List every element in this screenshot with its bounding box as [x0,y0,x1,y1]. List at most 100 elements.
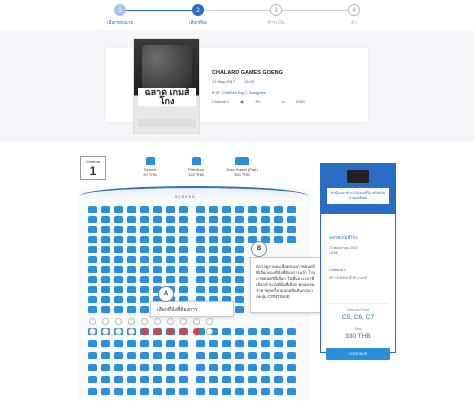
seat[interactable] [222,236,231,243]
seat[interactable] [235,276,244,283]
seat[interactable] [209,276,218,283]
seat[interactable] [179,286,188,293]
seat[interactable] [206,328,213,335]
seat[interactable] [101,352,110,359]
continue-button[interactable]: CONTINUE [326,348,390,360]
seat[interactable] [127,286,136,293]
seat[interactable] [222,276,231,283]
seat[interactable] [235,286,244,293]
seat[interactable] [287,340,296,347]
seat[interactable] [114,226,123,233]
seat[interactable] [88,256,97,263]
seat[interactable] [196,206,205,213]
seat[interactable] [114,340,123,347]
seat[interactable] [261,352,270,359]
seat[interactable] [127,246,136,253]
seat[interactable] [222,226,231,233]
seat[interactable] [222,256,231,263]
seat[interactable] [248,340,257,347]
seat[interactable] [101,388,110,395]
seat[interactable] [140,286,149,293]
seat[interactable] [101,296,110,303]
seat[interactable] [88,306,97,313]
seat[interactable] [141,318,148,325]
seat[interactable] [88,364,97,371]
seat[interactable] [248,376,257,383]
seat[interactable] [114,246,123,253]
seat[interactable] [196,256,205,263]
seat[interactable] [88,352,97,359]
seat[interactable] [235,388,244,395]
seat[interactable] [153,216,162,223]
seat[interactable] [209,376,218,383]
seat[interactable] [235,216,244,223]
seat[interactable] [127,340,136,347]
seat[interactable] [196,364,205,371]
seat[interactable] [261,226,270,233]
seat[interactable] [127,296,136,303]
seat[interactable] [153,388,162,395]
seat[interactable] [102,328,109,335]
seat[interactable] [101,266,110,273]
seat[interactable] [140,296,149,303]
seat[interactable] [179,236,188,243]
seat[interactable] [235,266,244,273]
seat[interactable] [222,388,231,395]
seat[interactable] [248,364,257,371]
seat[interactable] [88,226,97,233]
seat[interactable] [235,306,244,313]
seat[interactable] [140,206,149,213]
seat[interactable] [166,388,175,395]
seat[interactable] [166,206,175,213]
seat[interactable] [196,246,205,253]
seat[interactable] [196,286,205,293]
seat[interactable] [222,376,231,383]
seat[interactable] [287,226,296,233]
seat[interactable] [196,236,205,243]
seat[interactable] [209,364,218,371]
seat[interactable] [127,236,136,243]
seat[interactable] [115,328,122,335]
seat[interactable] [127,306,136,313]
seat[interactable] [248,216,257,223]
seat[interactable] [180,318,187,325]
seat[interactable] [140,236,149,243]
movie-location[interactable]: ⌖ SF CINEMA Big C Bangplee [212,90,266,95]
seat[interactable] [101,364,110,371]
seat[interactable] [114,256,123,263]
seat[interactable] [153,236,162,243]
seat[interactable] [127,266,136,273]
seat[interactable] [248,226,257,233]
seat[interactable] [274,236,283,243]
seat[interactable] [179,246,188,253]
seat[interactable] [209,216,218,223]
seat[interactable] [287,352,296,359]
seat[interactable] [114,388,123,395]
seat[interactable] [179,256,188,263]
seat[interactable] [235,236,244,243]
seat[interactable] [196,266,205,273]
seat[interactable] [196,276,205,283]
seat[interactable] [153,340,162,347]
seat[interactable] [153,226,162,233]
seat[interactable] [287,328,296,335]
seat[interactable] [274,226,283,233]
seat[interactable] [101,306,110,313]
seat[interactable] [114,306,123,313]
seat[interactable] [179,376,188,383]
seat[interactable] [88,388,97,395]
seat[interactable] [287,364,296,371]
selected-seat[interactable] [167,328,174,335]
seat[interactable] [140,216,149,223]
seat[interactable] [179,216,188,223]
seat[interactable] [127,276,136,283]
seat[interactable] [274,388,283,395]
seat[interactable] [166,236,175,243]
seat[interactable] [179,206,188,213]
seat[interactable] [167,318,174,325]
seat[interactable] [248,206,257,213]
seat[interactable] [153,266,162,273]
seat[interactable] [153,206,162,213]
seat[interactable] [89,328,96,335]
seat[interactable] [222,206,231,213]
